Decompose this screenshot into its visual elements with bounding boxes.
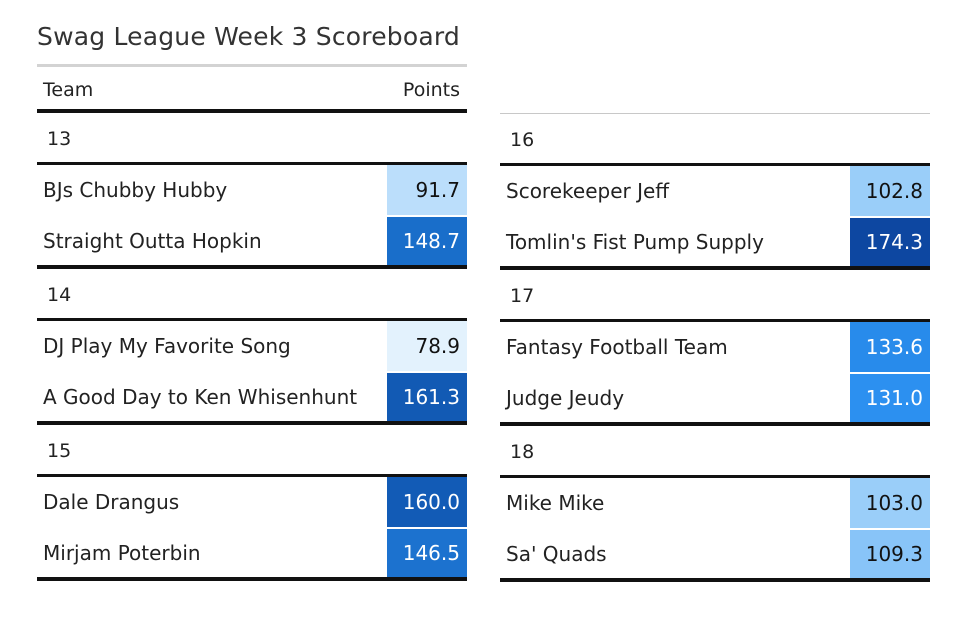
- column-header-team: Team: [43, 79, 94, 101]
- right-table-column: 16 Scorekeeper Jeff 102.8 Tomlin's Fist Pum…: [500, 113, 930, 582]
- team-name: Fantasy Football Team: [506, 335, 728, 359]
- group-label-16: 16: [500, 114, 930, 166]
- points-cell: 174.3: [850, 218, 930, 266]
- table-row: Dale Drangus 160.0: [37, 477, 467, 529]
- team-name: Sa' Quads: [506, 542, 607, 566]
- table-row: Fantasy Football Team 133.6: [500, 322, 930, 374]
- team-name: A Good Day to Ken Whisenhunt: [43, 385, 358, 409]
- group-label-13: 13: [37, 113, 467, 165]
- table-row: Sa' Quads 109.3: [500, 530, 930, 582]
- table-row: Scorekeeper Jeff 102.8: [500, 166, 930, 218]
- team-name: Mirjam Poterbin: [43, 541, 201, 565]
- team-name: Mike Mike: [506, 491, 605, 515]
- points-cell: 109.3: [850, 530, 930, 578]
- points-cell: 160.0: [387, 477, 467, 527]
- points-cell: 78.9: [387, 321, 467, 371]
- group-label-14: 14: [37, 269, 467, 321]
- points-cell: 146.5: [387, 529, 467, 577]
- team-name: BJs Chubby Hubby: [43, 178, 228, 202]
- group-label-18: 18: [500, 426, 930, 478]
- table-row: Mike Mike 103.0: [500, 478, 930, 530]
- table-row: BJs Chubby Hubby 91.7: [37, 165, 467, 217]
- table-row: Judge Jeudy 131.0: [500, 374, 930, 426]
- team-name: Scorekeeper Jeff: [506, 179, 670, 203]
- table-row: Tomlin's Fist Pump Supply 174.3: [500, 218, 930, 270]
- points-cell: 148.7: [387, 217, 467, 265]
- table-row: A Good Day to Ken Whisenhunt 161.3: [37, 373, 467, 425]
- team-name: Judge Jeudy: [506, 386, 625, 410]
- team-name: Dale Drangus: [43, 490, 180, 514]
- table-row: DJ Play My Favorite Song 78.9: [37, 321, 467, 373]
- chart-title: Swag League Week 3 Scoreboard: [37, 22, 460, 51]
- points-cell: 161.3: [387, 373, 467, 421]
- left-table-column: Team Points 13 BJs Chubby Hubby 91.7 Straig…: [37, 67, 467, 581]
- group-label-17: 17: [500, 270, 930, 322]
- points-cell: 131.0: [850, 374, 930, 422]
- team-name: Straight Outta Hopkin: [43, 229, 262, 253]
- points-cell: 102.8: [850, 166, 930, 216]
- table-row: Mirjam Poterbin 146.5: [37, 529, 467, 581]
- team-name: Tomlin's Fist Pump Supply: [506, 230, 764, 254]
- points-cell: 91.7: [387, 165, 467, 215]
- table-row: Straight Outta Hopkin 148.7: [37, 217, 467, 269]
- team-name: DJ Play My Favorite Song: [43, 334, 291, 358]
- column-header-row: Team Points: [37, 67, 467, 113]
- column-header-points: Points: [402, 79, 460, 101]
- group-label-15: 15: [37, 425, 467, 477]
- points-cell: 103.0: [850, 478, 930, 528]
- points-cell: 133.6: [850, 322, 930, 372]
